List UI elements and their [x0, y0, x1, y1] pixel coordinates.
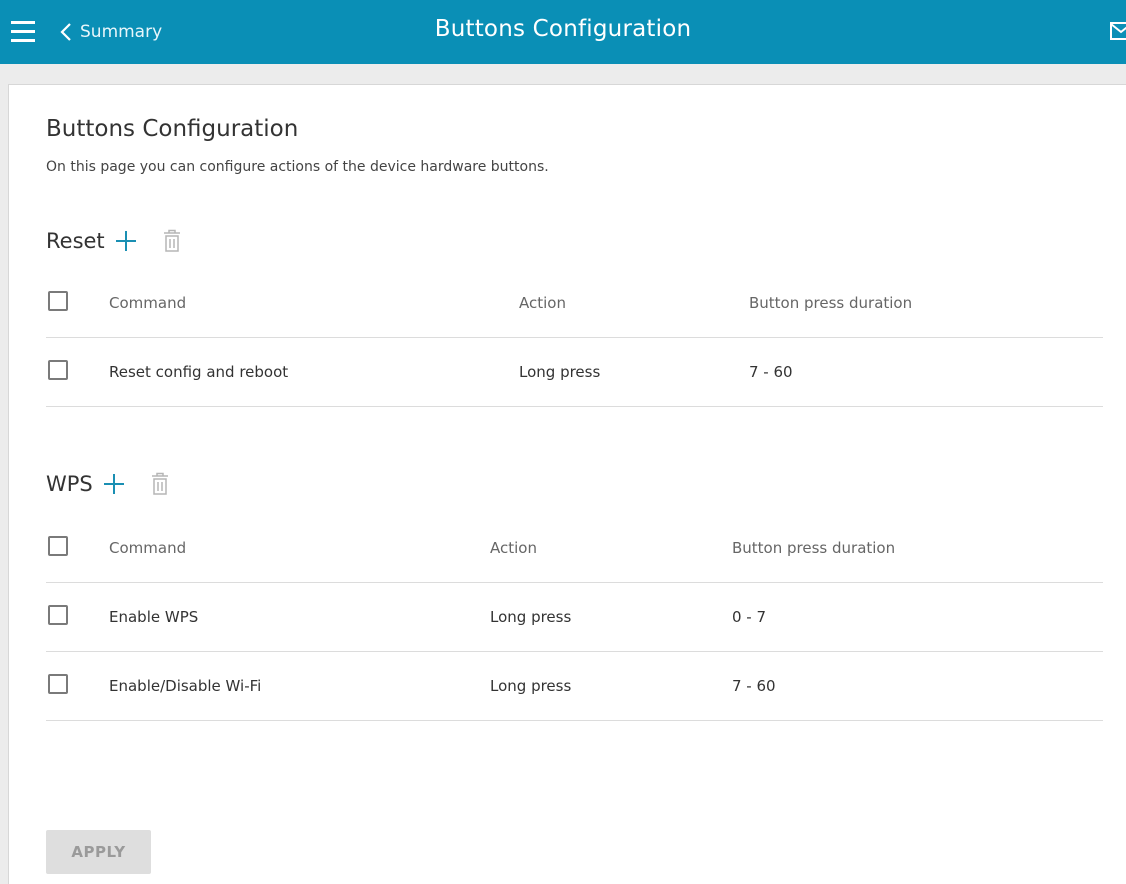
table-row[interactable]: Reset config and reboot Long press 7 - 6…: [46, 338, 1103, 407]
column-header-duration: Button press duration: [732, 539, 896, 557]
table-header-row: Command Action Button press duration: [46, 514, 1103, 583]
apply-button[interactable]: APPLY: [46, 830, 151, 874]
row-checkbox[interactable]: [48, 605, 68, 625]
column-header-duration: Button press duration: [749, 294, 913, 312]
top-bar: Summary Buttons Configuration: [0, 0, 1126, 64]
command-cell: Enable/Disable Wi-Fi: [109, 677, 262, 695]
command-cell: Reset config and reboot: [109, 363, 289, 381]
table-row[interactable]: Enable WPS Long press 0 - 7: [46, 583, 1103, 652]
trash-icon[interactable]: [161, 228, 183, 254]
command-cell: Enable WPS: [109, 608, 199, 626]
duration-cell: 0 - 7: [732, 608, 767, 626]
plus-icon[interactable]: [113, 228, 139, 254]
select-all-checkbox[interactable]: [48, 536, 68, 556]
section-title: Reset: [46, 229, 105, 253]
mail-icon[interactable]: [1110, 22, 1126, 44]
column-header-command: Command: [109, 294, 187, 312]
page-title: Buttons Configuration: [46, 116, 299, 142]
row-checkbox[interactable]: [48, 360, 68, 380]
plus-icon[interactable]: [101, 471, 127, 497]
action-cell: Long press: [490, 608, 572, 626]
column-header-action: Action: [490, 539, 537, 557]
select-all-checkbox[interactable]: [48, 291, 68, 311]
duration-cell: 7 - 60: [732, 677, 776, 695]
action-cell: Long press: [519, 363, 601, 381]
duration-cell: 7 - 60: [749, 363, 793, 381]
trash-icon[interactable]: [149, 471, 171, 497]
action-cell: Long press: [490, 677, 572, 695]
section-header-reset: Reset: [46, 224, 183, 258]
section-title: WPS: [46, 472, 93, 496]
content-panel: Buttons Configuration On this page you c…: [8, 84, 1126, 884]
section-header-wps: WPS: [46, 467, 171, 501]
column-header-command: Command: [109, 539, 187, 557]
column-header-action: Action: [519, 294, 566, 312]
table-row[interactable]: Enable/Disable Wi-Fi Long press 7 - 60: [46, 652, 1103, 721]
header-title: Buttons Configuration: [434, 16, 692, 42]
page-description: On this page you can configure actions o…: [46, 159, 549, 175]
table-header-row: Command Action Button press duration: [46, 269, 1103, 338]
row-checkbox[interactable]: [48, 674, 68, 694]
